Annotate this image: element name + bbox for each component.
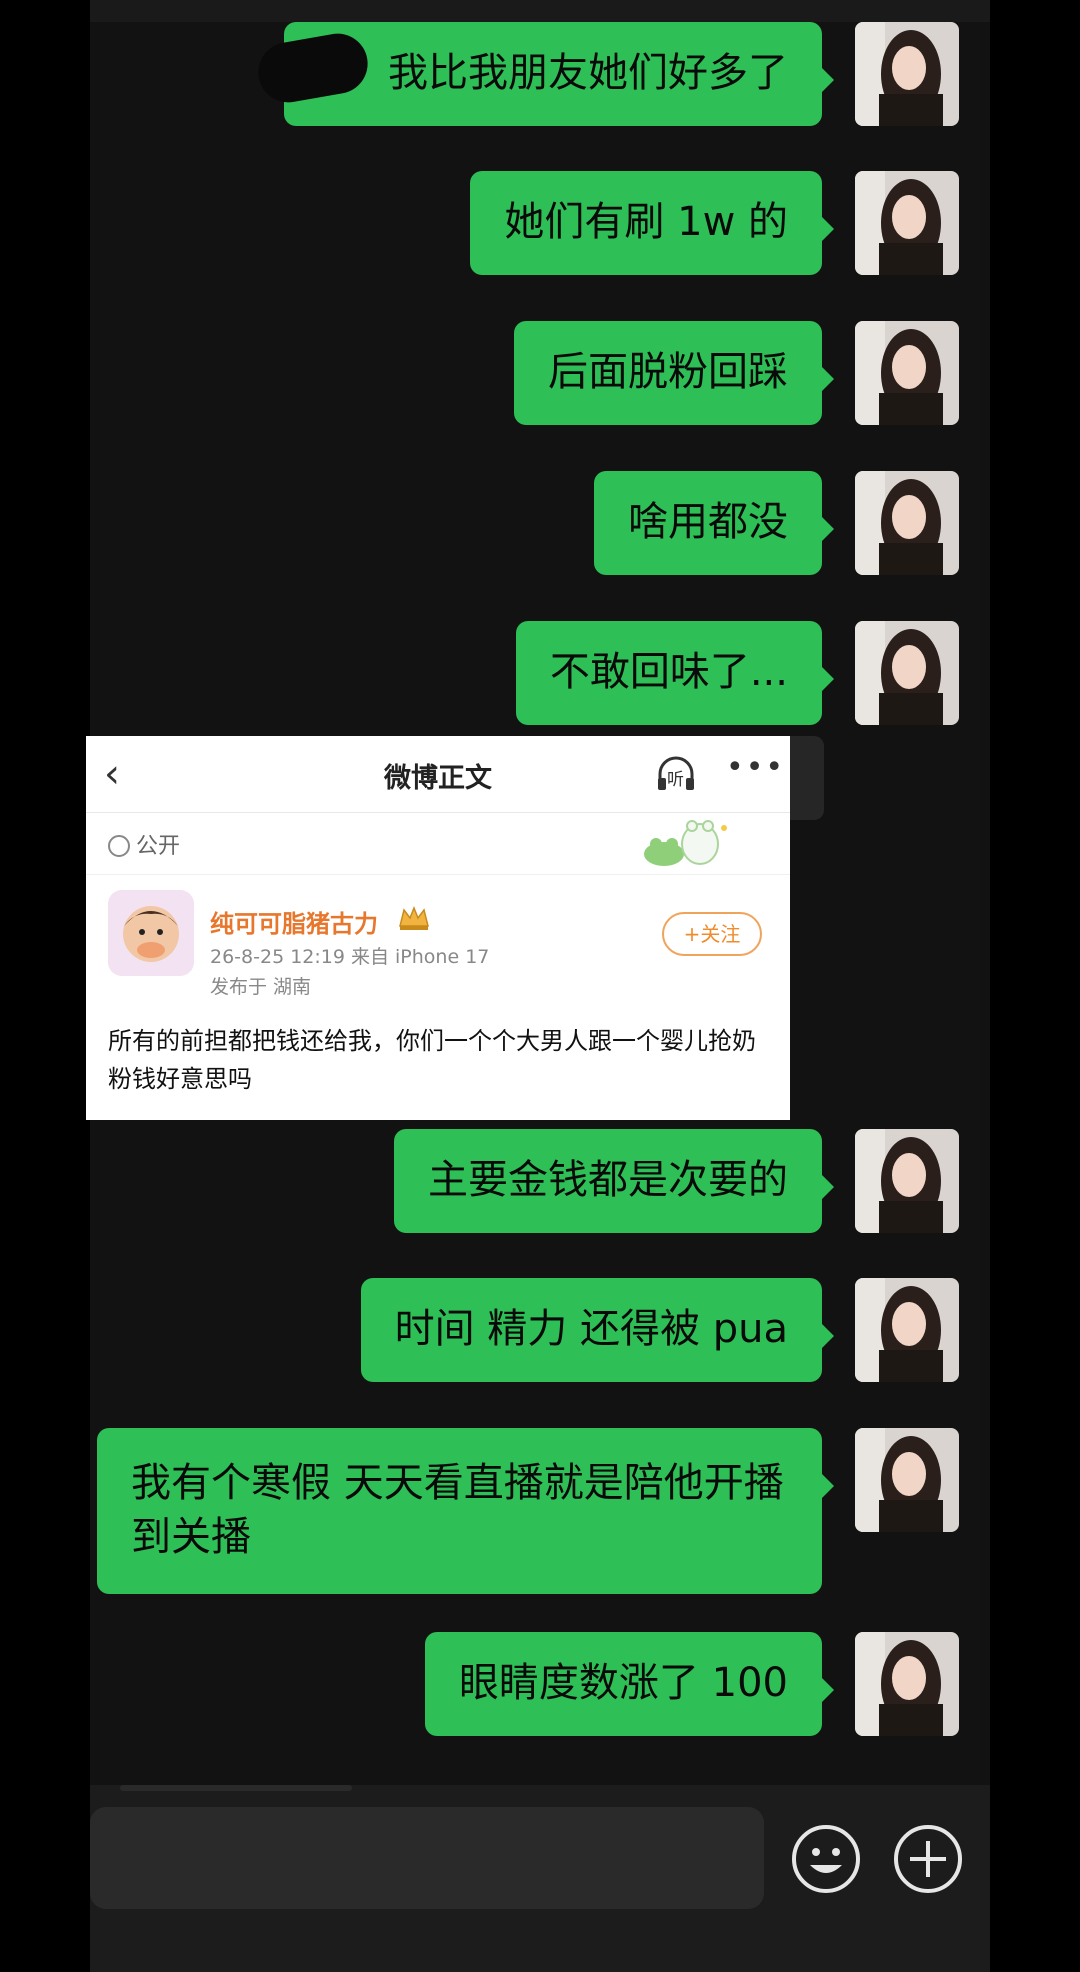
top-edge xyxy=(90,0,990,22)
globe-icon xyxy=(108,835,130,857)
message-bubble[interactable]: 啥用都没 xyxy=(594,471,834,575)
message-text: 时间 精力 还得被 pua xyxy=(394,1306,788,1352)
post-content: 所有的前担都把钱还给我，你们一个个大男人跟一个婴儿抢奶粉钱好意思吗 xyxy=(108,1027,756,1093)
avatar[interactable] xyxy=(855,1632,959,1736)
message-text: 主要金钱都是次要的 xyxy=(428,1157,788,1203)
avatar[interactable] xyxy=(855,1278,959,1382)
hidden-bubble-edge xyxy=(790,736,824,820)
avatar[interactable] xyxy=(855,621,959,725)
avatar[interactable] xyxy=(855,1129,959,1233)
visibility-label: 公开 xyxy=(108,828,180,860)
author-avatar[interactable] xyxy=(108,890,194,976)
post-location: 发布于 湖南 xyxy=(210,976,312,998)
message-text: 眼睛度数涨了 100 xyxy=(458,1660,788,1706)
avatar[interactable] xyxy=(855,22,959,126)
message-text: 不敢回味了... xyxy=(549,649,788,695)
avatar[interactable] xyxy=(855,171,959,275)
weibo-header: ‹ 微博正文 听 ••• xyxy=(86,736,790,813)
scroll-indicator xyxy=(120,1785,352,1791)
message-bubble[interactable]: 后面脱粉回踩 xyxy=(514,321,834,425)
author-name[interactable]: 纯可可脂猪古力 xyxy=(210,904,378,939)
ellipsis-icon[interactable]: ••• xyxy=(726,750,785,785)
message-input[interactable] xyxy=(90,1807,764,1909)
sticker-decoration xyxy=(634,816,734,870)
message-bubble[interactable]: 眼睛度数涨了 100 xyxy=(424,1632,835,1736)
divider xyxy=(86,874,790,875)
avatar[interactable] xyxy=(855,471,959,575)
message-text: 啥用都没 xyxy=(628,499,788,545)
message-bubble[interactable]: 她们有刷 1w 的 xyxy=(470,171,834,275)
weibo-post-card[interactable]: ‹ 微博正文 听 ••• 公开 纯可可脂猪古力 26-8-25 12:19 来自… xyxy=(86,736,790,1120)
message-bubble[interactable]: 我有个寒假 天天看直播就是陪他开播到关播 xyxy=(97,1428,834,1594)
message-bubble[interactable]: 不敢回味了... xyxy=(515,621,835,725)
listen-label: 听 xyxy=(667,770,684,790)
message-text: 我比我朋友她们好多了 xyxy=(388,50,788,96)
message-text: 后面脱粉回踩 xyxy=(548,349,788,395)
emoji-icon[interactable] xyxy=(790,1823,862,1895)
plus-icon[interactable] xyxy=(892,1823,964,1895)
message-bubble[interactable]: 时间 精力 还得被 pua xyxy=(360,1278,835,1382)
post-time-source: 26-8-25 12:19 来自 iPhone 17 xyxy=(210,946,490,968)
message-bubble[interactable]: 主要金钱都是次要的 xyxy=(394,1129,834,1233)
message-text: 我有个寒假 天天看直播就是陪他开播到关播 xyxy=(131,1460,784,1560)
input-bar xyxy=(90,1785,990,1972)
avatar[interactable] xyxy=(855,321,959,425)
message-text: 她们有刷 1w 的 xyxy=(504,199,788,245)
avatar[interactable] xyxy=(855,1428,959,1532)
headphones-icon[interactable]: 听 xyxy=(654,752,698,796)
follow-button[interactable]: +关注 xyxy=(662,912,762,956)
crown-badge-icon xyxy=(398,904,430,932)
